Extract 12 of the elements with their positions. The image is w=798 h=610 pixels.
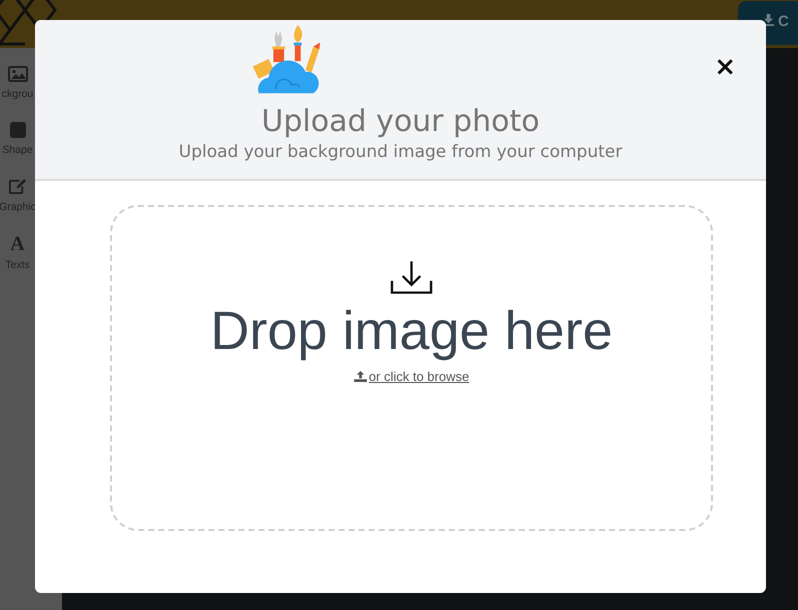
close-button[interactable]: ×	[714, 55, 736, 79]
image-icon	[8, 66, 28, 82]
browse-link[interactable]: or click to browse	[354, 369, 470, 384]
edit-icon	[8, 178, 27, 195]
download-icon	[762, 13, 775, 26]
square-icon	[10, 122, 26, 138]
drop-zone[interactable]: Drop image here or click to browse	[110, 205, 713, 531]
upload-icon	[354, 371, 367, 382]
dialog-title: Upload your photo	[261, 103, 540, 141]
drop-heading: Drop image here	[210, 301, 613, 361]
dialog-subtitle: Upload your background image from your computer	[178, 141, 622, 163]
download-icon	[390, 259, 433, 295]
